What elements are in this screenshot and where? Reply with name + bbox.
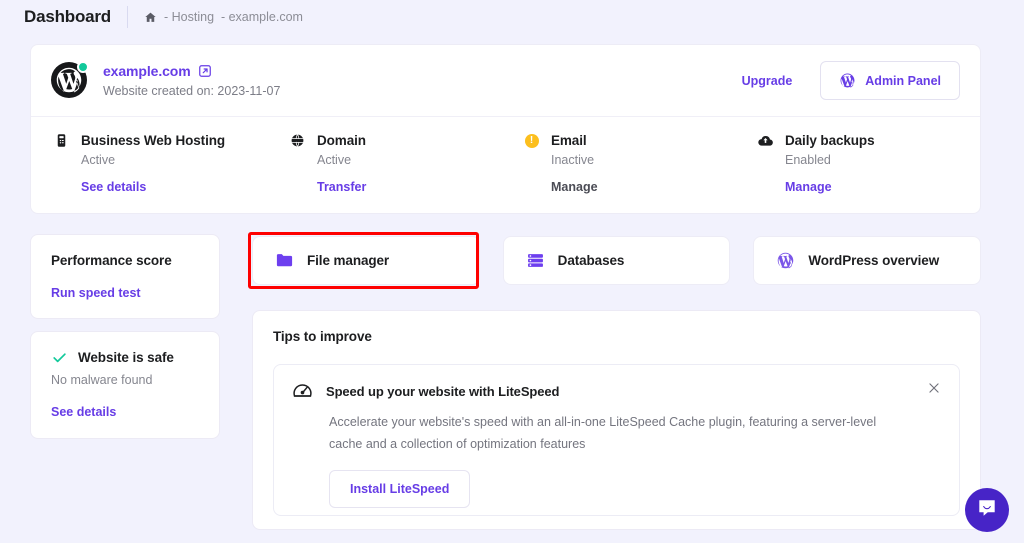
site-summary-card: example.com Website created on: 2023-11-…: [30, 44, 981, 214]
site-created-date: Website created on: 2023-11-07: [103, 84, 742, 98]
chat-bubble-icon: [976, 497, 998, 524]
tips-to-improve-panel: Tips to improve Speed up your website wi…: [252, 310, 981, 530]
breadcrumb-text: - Hosting - example.com: [164, 10, 303, 24]
tile-label: File manager: [307, 253, 389, 268]
website-safety-header: Website is safe: [51, 349, 199, 366]
service-title: Business Web Hosting: [81, 133, 225, 148]
website-safety-title: Website is safe: [78, 350, 174, 365]
website-safety-see-details-link[interactable]: See details: [51, 405, 199, 419]
site-domain-row[interactable]: example.com: [103, 63, 742, 79]
service-header: Daily backups: [757, 132, 980, 149]
service-action-see-details[interactable]: See details: [53, 180, 267, 194]
tile-label: WordPress overview: [808, 253, 939, 268]
site-header: example.com Website created on: 2023-11-…: [31, 45, 980, 117]
service-domain: www Domain Active Transfer: [267, 132, 501, 194]
service-header: ! Email: [523, 132, 735, 149]
tips-section-title: Tips to improve: [273, 329, 960, 344]
service-title: Daily backups: [785, 133, 875, 148]
speedometer-icon: [292, 381, 313, 402]
service-status: Enabled: [757, 153, 980, 167]
svg-text:www: www: [293, 139, 302, 143]
service-title: Email: [551, 133, 587, 148]
topbar-divider: [127, 6, 128, 28]
wordpress-icon: [839, 72, 856, 89]
tip-header: Speed up your website with LiteSpeed: [292, 381, 941, 402]
tile-file-manager[interactable]: File manager: [252, 236, 480, 285]
upgrade-button[interactable]: Upgrade: [742, 74, 793, 88]
site-meta: example.com Website created on: 2023-11-…: [103, 63, 742, 98]
service-action-manage-backups[interactable]: Manage: [757, 180, 980, 194]
quick-action-tiles: File manager Databases WordPress overvie…: [252, 236, 981, 285]
service-status: Inactive: [523, 153, 735, 167]
tip-description: Accelerate your website's speed with an …: [329, 412, 889, 456]
service-action-manage-email[interactable]: Manage: [523, 180, 735, 194]
service-status: Active: [289, 153, 501, 167]
admin-panel-label: Admin Panel: [865, 74, 941, 88]
database-icon: [526, 251, 545, 270]
service-daily-backups: Daily backups Enabled Manage: [735, 132, 980, 194]
server-icon: [53, 132, 70, 149]
website-safety-card: Website is safe No malware found See det…: [30, 331, 220, 439]
tile-databases[interactable]: Databases: [503, 236, 731, 285]
check-icon: [51, 349, 68, 366]
service-email: ! Email Inactive Manage: [501, 132, 735, 194]
top-bar: Dashboard - Hosting - example.com: [0, 0, 1024, 34]
globe-www-icon: www: [289, 132, 306, 149]
performance-score-card: Performance score Run speed test: [30, 234, 220, 319]
close-icon[interactable]: [923, 377, 945, 399]
tile-label: Databases: [558, 253, 625, 268]
warning-icon: !: [523, 132, 540, 149]
folder-icon: [275, 251, 294, 270]
install-litespeed-button[interactable]: Install LiteSpeed: [329, 470, 470, 508]
service-header: Business Web Hosting: [53, 132, 267, 149]
services-row: Business Web Hosting Active See details …: [31, 117, 980, 194]
site-domain-link[interactable]: example.com: [103, 63, 191, 79]
tile-wordpress-overview[interactable]: WordPress overview: [753, 236, 981, 285]
tip-card-litespeed: Speed up your website with LiteSpeed Acc…: [273, 364, 960, 516]
run-speed-test-link[interactable]: Run speed test: [51, 286, 199, 300]
external-link-icon[interactable]: [198, 64, 212, 78]
online-status-dot: [77, 61, 89, 73]
breadcrumb: - Hosting - example.com: [144, 10, 303, 24]
service-business-web-hosting: Business Web Hosting Active See details: [31, 132, 267, 194]
chat-launcher-button[interactable]: [965, 488, 1009, 532]
website-safety-subtitle: No malware found: [51, 373, 199, 387]
admin-panel-button[interactable]: Admin Panel: [820, 61, 960, 100]
wordpress-icon: [776, 251, 795, 270]
page-title: Dashboard: [24, 7, 127, 27]
performance-score-title: Performance score: [51, 253, 199, 268]
avatar: [51, 62, 89, 100]
service-status: Active: [53, 153, 267, 167]
home-icon[interactable]: [144, 11, 157, 24]
tip-title: Speed up your website with LiteSpeed: [326, 384, 559, 399]
service-action-transfer[interactable]: Transfer: [289, 180, 501, 194]
service-title: Domain: [317, 133, 366, 148]
service-header: www Domain: [289, 132, 501, 149]
cloud-backup-icon: [757, 132, 774, 149]
